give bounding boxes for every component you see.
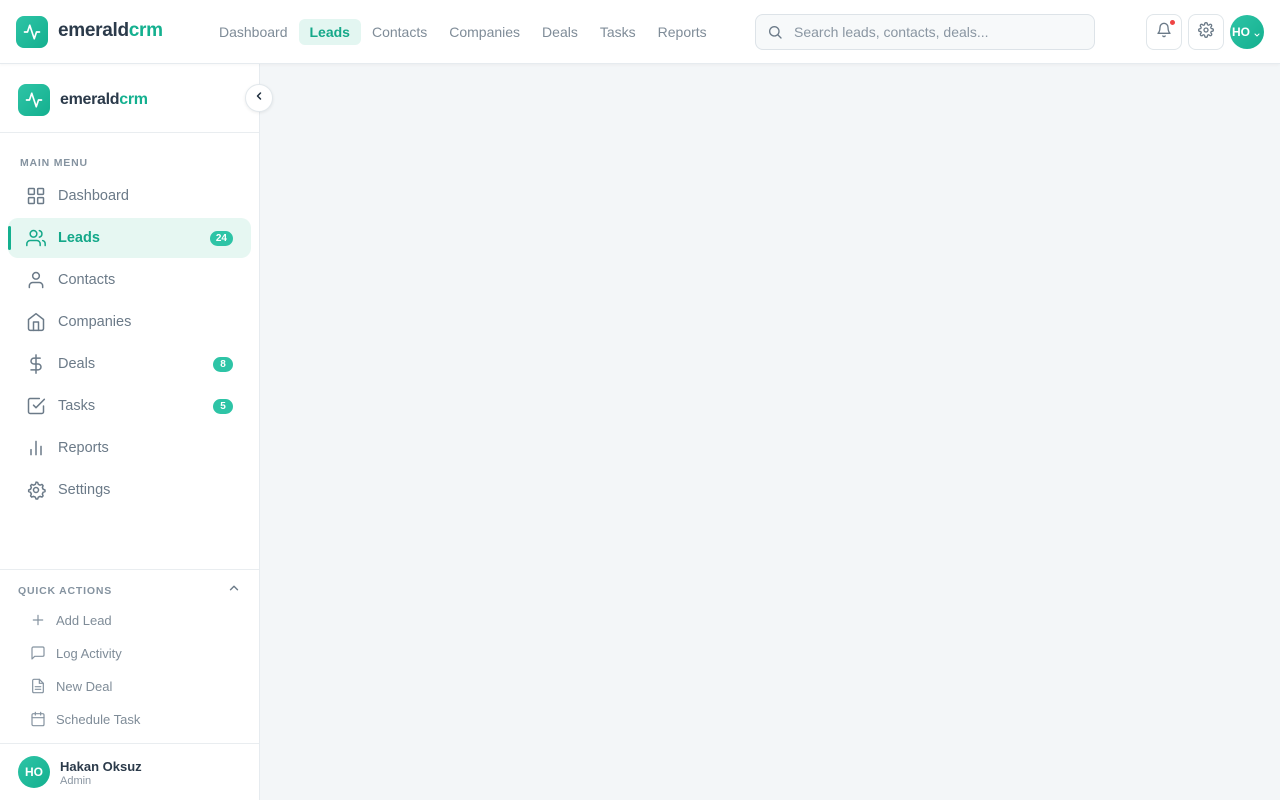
search-icon bbox=[767, 24, 783, 45]
sidebar-item-label: Reports bbox=[58, 440, 109, 456]
quick-action-log-activity[interactable]: Log Activity bbox=[28, 639, 248, 672]
chevron-left-icon bbox=[253, 89, 265, 107]
sidebar-item-label: Contacts bbox=[58, 272, 116, 288]
brand-name[interactable]: emeraldcrm bbox=[58, 20, 163, 42]
quick-action-label: New Deal bbox=[56, 679, 113, 694]
sidebar-item-label: Dashboard bbox=[58, 188, 129, 204]
topnav-deals[interactable]: Deals bbox=[531, 19, 589, 45]
sidebar-item-label: Tasks bbox=[58, 398, 96, 414]
main-menu: Dashboard Leads 24 Contacts Companies De… bbox=[8, 176, 251, 512]
home-icon bbox=[26, 312, 46, 332]
quick-actions-list: Add Lead Log Activity New Deal Schedule … bbox=[28, 606, 248, 738]
avatar-initials: HO bbox=[1232, 25, 1250, 39]
user-name[interactable]: Hakan Oksuz bbox=[60, 759, 142, 774]
sidebar-item-settings[interactable]: Settings bbox=[8, 470, 251, 510]
quick-action-add-lead[interactable]: Add Lead bbox=[28, 606, 248, 639]
topnav-reports[interactable]: Reports bbox=[647, 19, 718, 45]
sidebar-item-deals[interactable]: Deals 8 bbox=[8, 344, 251, 384]
sidebar-item-label: Companies bbox=[58, 314, 132, 330]
plus-icon bbox=[30, 612, 46, 628]
search-box bbox=[755, 14, 1095, 50]
settings-icon bbox=[26, 480, 46, 500]
quick-action-label: Add Lead bbox=[56, 613, 112, 628]
sidebar-brand-name[interactable]: emeraldcrm bbox=[60, 91, 148, 109]
search-input[interactable] bbox=[794, 15, 1089, 49]
gear-icon bbox=[1198, 21, 1214, 43]
count-badge: 5 bbox=[213, 399, 233, 414]
sidebar-brand-part1: emerald bbox=[60, 91, 120, 108]
notifications-button[interactable] bbox=[1146, 14, 1182, 50]
sidebar-item-leads[interactable]: Leads 24 bbox=[8, 218, 251, 258]
bar-chart-icon bbox=[26, 438, 46, 458]
dollar-icon bbox=[26, 354, 46, 374]
sidebar-brand-part2: crm bbox=[119, 91, 148, 108]
quick-action-label: Schedule Task bbox=[56, 712, 141, 727]
count-badge: 24 bbox=[209, 231, 233, 246]
sidebar-item-label: Deals bbox=[58, 356, 96, 372]
quick-action-schedule-task[interactable]: Schedule Task bbox=[28, 705, 248, 738]
message-icon bbox=[30, 645, 46, 661]
collapse-sidebar-button[interactable] bbox=[245, 84, 273, 112]
active-indicator bbox=[8, 226, 11, 250]
sidebar: emeraldcrm MAIN MENU Dashboard Leads 24 bbox=[0, 64, 273, 800]
calendar-icon bbox=[30, 711, 46, 727]
user-role: Admin bbox=[60, 775, 92, 787]
top-navigation: Dashboard Leads Contacts Companies Deals… bbox=[208, 19, 718, 45]
brand-name-part1: emerald bbox=[58, 20, 129, 41]
top-bar: emeraldcrm Dashboard Leads Contacts Comp… bbox=[0, 0, 1280, 64]
file-icon bbox=[30, 678, 46, 694]
topnav-dashboard[interactable]: Dashboard bbox=[208, 19, 299, 45]
chevron-down-icon bbox=[1253, 28, 1261, 42]
quick-action-new-deal[interactable]: New Deal bbox=[28, 672, 248, 705]
user-icon bbox=[26, 270, 46, 290]
sidebar-logo-pulse-icon[interactable] bbox=[18, 84, 50, 116]
main-menu-title: MAIN MENU bbox=[20, 157, 88, 169]
sidebar-item-label: Leads bbox=[58, 230, 100, 246]
quick-actions-title: QUICK ACTIONS bbox=[18, 585, 113, 597]
brand-name-part2: crm bbox=[128, 20, 163, 41]
quick-action-label: Log Activity bbox=[56, 646, 122, 661]
chevron-up-icon[interactable] bbox=[227, 581, 241, 595]
sidebar-item-dashboard[interactable]: Dashboard bbox=[8, 176, 251, 216]
topnav-tasks[interactable]: Tasks bbox=[589, 19, 647, 45]
count-badge: 8 bbox=[213, 357, 233, 372]
topnav-leads[interactable]: Leads bbox=[298, 19, 361, 45]
check-square-icon bbox=[26, 396, 46, 416]
sidebar-item-label: Settings bbox=[58, 482, 111, 498]
users-icon bbox=[26, 228, 46, 248]
notification-dot bbox=[1169, 19, 1176, 26]
sidebar-item-companies[interactable]: Companies bbox=[8, 302, 251, 342]
sidebar-item-contacts[interactable]: Contacts bbox=[8, 260, 251, 300]
topnav-contacts[interactable]: Contacts bbox=[361, 19, 438, 45]
sidebar-item-tasks[interactable]: Tasks 5 bbox=[8, 386, 251, 426]
sidebar-item-reports[interactable]: Reports bbox=[8, 428, 251, 468]
settings-button[interactable] bbox=[1188, 14, 1224, 50]
main-content bbox=[260, 64, 1280, 800]
divider bbox=[0, 569, 259, 570]
user-avatar[interactable]: HO bbox=[18, 756, 50, 788]
user-menu-avatar[interactable]: HO bbox=[1230, 15, 1264, 49]
topnav-companies[interactable]: Companies bbox=[438, 19, 531, 45]
sidebar-header: emeraldcrm bbox=[0, 64, 259, 133]
divider bbox=[0, 743, 259, 744]
grid-icon bbox=[26, 186, 46, 206]
logo-pulse-icon[interactable] bbox=[16, 16, 48, 48]
